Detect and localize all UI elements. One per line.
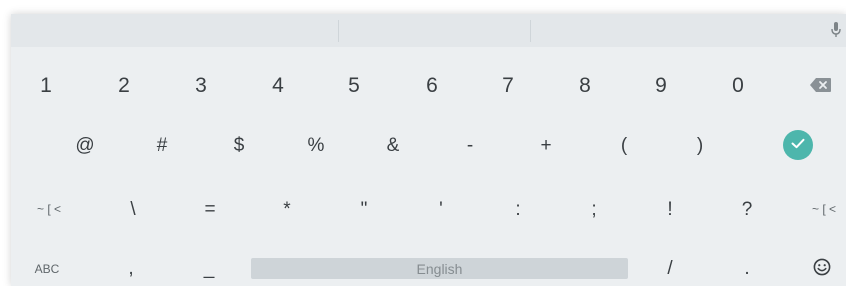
key-equals[interactable]: = [192,195,228,223]
emoji-icon [813,258,831,280]
suggestion-divider [338,20,339,42]
more-symbols-right-key[interactable]: ~ [ < [806,195,842,223]
key-9[interactable]: 9 [643,70,679,100]
more-symbols-left-key[interactable]: ~ [ < [31,195,67,223]
on-screen-keyboard: 1 2 3 4 5 6 7 8 9 0 @ # $ % & - + ( ) ~ … [11,14,846,286]
enter-button[interactable] [783,130,813,160]
backspace-key[interactable] [805,70,835,100]
key-exclamation[interactable]: ! [652,195,688,223]
key-at[interactable]: @ [67,130,103,160]
key-backslash[interactable]: \ [115,195,151,223]
key-7[interactable]: 7 [490,70,526,100]
key-1[interactable]: 1 [28,70,64,100]
key-open-paren[interactable]: ( [606,130,642,160]
key-colon[interactable]: : [500,195,536,223]
key-semicolon[interactable]: ; [576,195,612,223]
key-0[interactable]: 0 [720,70,756,100]
emoji-key[interactable] [807,255,837,282]
key-plus[interactable]: + [528,130,564,160]
key-close-paren[interactable]: ) [682,130,718,160]
key-5[interactable]: 5 [336,70,372,100]
key-comma[interactable]: , [113,255,149,282]
key-ampersand[interactable]: & [375,130,411,160]
key-period[interactable]: . [729,255,765,282]
space-key[interactable]: English [251,258,628,279]
key-4[interactable]: 4 [260,70,296,100]
backspace-icon [809,75,831,96]
key-3[interactable]: 3 [183,70,219,100]
key-2[interactable]: 2 [106,70,142,100]
checkmark-icon [791,136,805,154]
key-8[interactable]: 8 [567,70,603,100]
key-minus[interactable]: - [452,130,488,160]
key-slash[interactable]: / [652,255,688,282]
key-6[interactable]: 6 [414,70,450,100]
mic-icon[interactable] [826,17,846,43]
suggestion-divider [530,20,531,42]
key-underscore[interactable]: _ [191,255,227,282]
suggestion-bar [11,14,846,47]
abc-key[interactable]: ABC [29,255,65,282]
key-question[interactable]: ? [729,195,765,223]
key-double-quote[interactable]: " [346,195,382,223]
key-percent[interactable]: % [298,130,334,160]
key-dollar[interactable]: $ [221,130,257,160]
key-hash[interactable]: # [144,130,180,160]
key-asterisk[interactable]: * [269,195,305,223]
key-single-quote[interactable]: ' [423,195,459,223]
